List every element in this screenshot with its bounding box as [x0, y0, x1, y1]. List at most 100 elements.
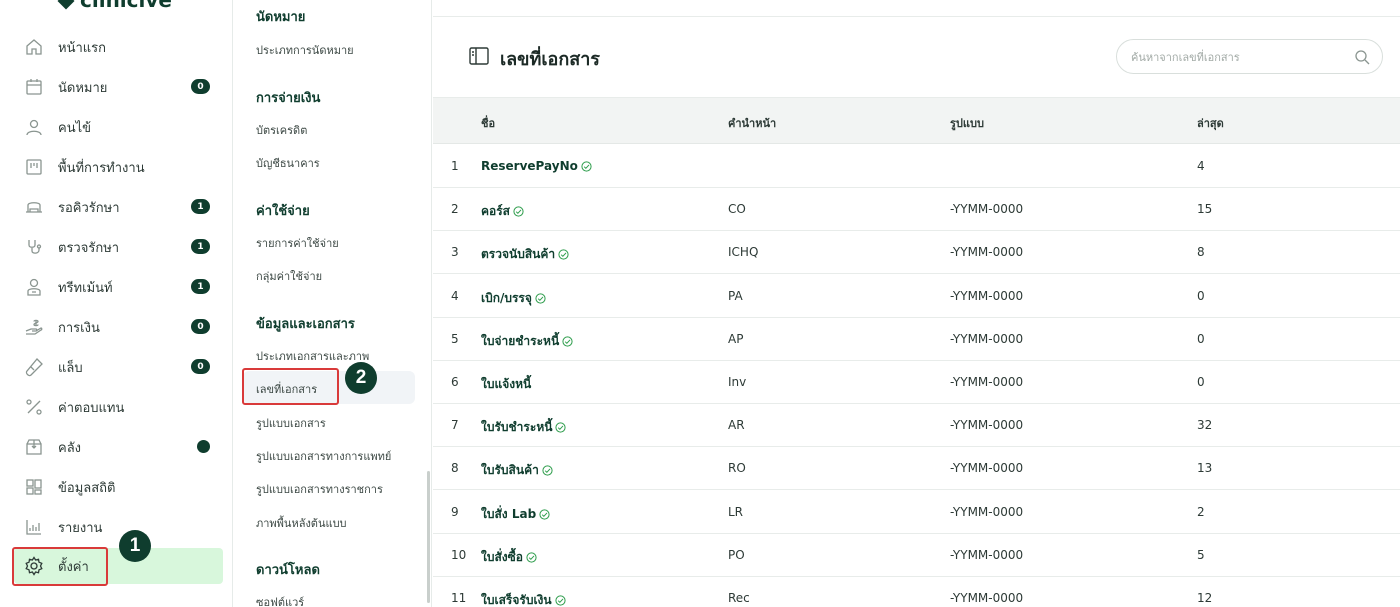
- document-name: ใบเสร็จรับเงิน: [481, 591, 566, 607]
- search-box: [1116, 39, 1383, 74]
- count-badge: 1: [191, 279, 210, 294]
- sidebar-item-queue[interactable]: รอคิวรักษา 1: [14, 189, 223, 225]
- document-format: -YYMM-0000: [950, 591, 1024, 605]
- sidebar-item-label: ข้อมูลสถิติ: [58, 480, 116, 496]
- document-name: ใบสั่งซื้อ: [481, 548, 537, 567]
- sidebar-item-statistics[interactable]: ข้อมูลสถิติ: [14, 469, 223, 505]
- column-header-prefix[interactable]: คำนำหน้า: [728, 114, 776, 132]
- percent-icon: [24, 397, 44, 417]
- sidebar-item-patient[interactable]: คนไข้: [14, 109, 223, 145]
- table-row[interactable]: 11 ใบเสร็จรับเงิน Rec -YYMM-0000 12: [433, 577, 1400, 607]
- table-row[interactable]: 8 ใบรับสินค้า RO -YYMM-0000 13: [433, 447, 1400, 491]
- submenu-scrollbar[interactable]: [427, 471, 430, 603]
- document-name-text: ใบสั่งซื้อ: [481, 549, 524, 564]
- submenu-item-credit-card[interactable]: บัตรเครดิต: [256, 121, 307, 139]
- document-name-text: ใบจ่ายชำระหนี้: [481, 333, 560, 348]
- count-badge: 1: [191, 199, 210, 214]
- table-row[interactable]: 2 คอร์ส CO -YYMM-0000 15: [433, 188, 1400, 232]
- document-name: คอร์ส: [481, 202, 524, 221]
- home-icon: [24, 37, 44, 57]
- submenu-item-expense-list[interactable]: รายการค่าใช้จ่าย: [256, 234, 339, 252]
- sidebar-item-label: หน้าแรก: [58, 40, 106, 56]
- inventory-icon: [24, 437, 44, 457]
- check-circle-icon: [535, 293, 546, 304]
- sidebar-item-workspace[interactable]: พื้นที่การทำงาน: [14, 149, 223, 185]
- table-row[interactable]: 6 ใบแจ้งหนี้ Inv -YYMM-0000 0: [433, 361, 1400, 404]
- count-badge: 1: [191, 239, 210, 254]
- submenu-item-government-document-format[interactable]: รูปแบบเอกสารทางราชการ: [256, 480, 383, 498]
- document-prefix: PO: [728, 547, 745, 562]
- document-name: ตรวจนับสินค้า: [481, 245, 569, 264]
- search-input[interactable]: [1131, 48, 1341, 66]
- submenu-item-bank-account[interactable]: บัญชีธนาคาร: [256, 154, 320, 172]
- submenu-item-document-format[interactable]: รูปแบบเอกสาร: [256, 414, 326, 432]
- report-icon: [24, 517, 44, 537]
- document-name: ใบสั่ง Lab: [481, 505, 550, 524]
- sidebar-item-examination[interactable]: ตรวจรักษา 1: [14, 229, 223, 265]
- check-circle-icon: [558, 249, 569, 260]
- workspace-icon: [24, 157, 44, 177]
- document-prefix: AP: [728, 331, 744, 346]
- sidebar-item-finance[interactable]: การเงิน 0: [14, 309, 223, 345]
- document-name-text: เบิก/บรรจุ: [481, 290, 532, 305]
- latest-number: 2: [1197, 504, 1205, 519]
- submenu-item-software[interactable]: ซอฟต์แวร์: [256, 593, 304, 607]
- money-icon: [24, 317, 44, 337]
- table-row[interactable]: 3 ตรวจนับสินค้า ICHQ -YYMM-0000 8: [433, 231, 1400, 275]
- row-number: 6: [451, 375, 459, 389]
- main-sidebar: clinicive หน้าแรก นัดหมาย 0 คนไข้ พื้นที…: [0, 0, 233, 607]
- submenu-heading-documents: ข้อมูลและเอกสาร: [256, 317, 355, 332]
- row-number: 1: [451, 159, 459, 173]
- submenu-item-background-template[interactable]: ภาพพื้นหลังต้นแบบ: [256, 514, 347, 532]
- column-header-name[interactable]: ชื่อ: [481, 114, 495, 132]
- document-name-text: ใบสั่ง Lab: [481, 506, 537, 521]
- document-format: -YYMM-0000: [950, 418, 1024, 433]
- sidebar-item-lab[interactable]: แล็บ 0: [14, 349, 223, 385]
- document-prefix: Rec: [728, 591, 750, 605]
- document-format: -YYMM-0000: [950, 461, 1024, 476]
- sidebar-item-label: ตรวจรักษา: [58, 240, 120, 256]
- sidebar-item-treatment[interactable]: ทรีทเม้นท์ 1: [14, 269, 223, 305]
- table-row[interactable]: 10 ใบสั่งซื้อ PO -YYMM-0000 5: [433, 534, 1400, 577]
- document-format: -YYMM-0000: [950, 245, 1024, 260]
- row-number: 10: [451, 547, 467, 562]
- sidebar-item-compensation[interactable]: ค่าตอบแทน: [14, 389, 223, 425]
- table-row[interactable]: 1 ReservePayNo 4: [433, 145, 1400, 188]
- column-header-format[interactable]: รูปแบบ: [950, 114, 984, 132]
- sidebar-item-appointment[interactable]: นัดหมาย 0: [14, 69, 223, 105]
- lab-icon: [24, 357, 44, 377]
- sidebar-item-inventory[interactable]: คลัง: [14, 429, 223, 465]
- table-row[interactable]: 9 ใบสั่ง Lab LR -YYMM-0000 2: [433, 491, 1400, 534]
- column-header-latest[interactable]: ล่าสุด: [1197, 114, 1224, 132]
- treatment-icon: [24, 277, 44, 297]
- table-row[interactable]: 7 ใบรับชำระหนี้ AR -YYMM-0000 32: [433, 404, 1400, 448]
- check-circle-icon: [542, 465, 553, 476]
- submenu-item-document-image-type[interactable]: ประเภทเอกสารและภาพ: [256, 347, 369, 365]
- document-prefix: PA: [728, 288, 743, 303]
- document-format: -YYMM-0000: [950, 202, 1024, 217]
- document-name-text: ใบรับสินค้า: [481, 463, 539, 478]
- sidebar-item-label: พื้นที่การทำงาน: [58, 160, 145, 176]
- document-format: -YYMM-0000: [950, 375, 1024, 389]
- document-format: -YYMM-0000: [950, 504, 1024, 519]
- count-badge: 0: [191, 359, 210, 374]
- document-prefix: CO: [728, 202, 746, 217]
- highlight-document-number-box: [242, 368, 339, 405]
- submenu-item-expense-group[interactable]: กลุ่มค่าใช้จ่าย: [256, 267, 322, 285]
- sidebar-item-report[interactable]: รายงาน: [14, 509, 223, 545]
- check-circle-icon: [581, 160, 592, 172]
- document-name-text: ใบเสร็จรับเงิน: [481, 593, 552, 607]
- latest-number: 32: [1197, 418, 1213, 433]
- stethoscope-icon: [24, 237, 44, 257]
- table-row[interactable]: 5 ใบจ่ายชำระหนี้ AP -YYMM-0000 0: [433, 318, 1400, 361]
- table-row[interactable]: 4 เบิก/บรรจุ PA -YYMM-0000 0: [433, 275, 1400, 318]
- sidebar-item-home[interactable]: หน้าแรก: [14, 29, 223, 65]
- submenu-item-appointment-type[interactable]: ประเภทการนัดหมาย: [256, 41, 354, 59]
- app-logo[interactable]: clinicive: [57, 0, 172, 12]
- row-number: 9: [451, 504, 459, 519]
- calendar-icon: [24, 77, 44, 97]
- latest-number: 0: [1197, 331, 1205, 346]
- submenu-item-medical-document-format[interactable]: รูปแบบเอกสารทางการแพทย์: [256, 447, 391, 465]
- count-badge: 0: [191, 319, 210, 334]
- search-icon[interactable]: [1354, 49, 1370, 65]
